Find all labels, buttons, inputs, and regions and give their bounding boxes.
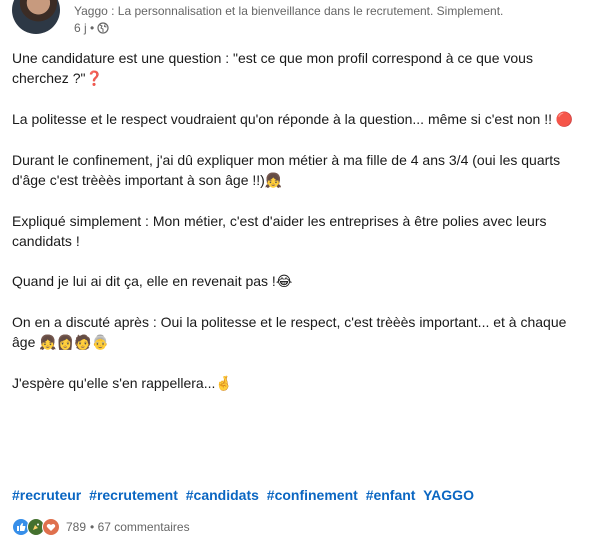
question-mark-emoji: ❓ (85, 71, 103, 87)
reaction-count[interactable]: 789 (66, 520, 86, 534)
love-icon (42, 518, 60, 536)
post-meta: 6 j • (74, 21, 109, 35)
girl-emoji: 👧 (264, 173, 283, 189)
hashtag-link[interactable]: #recruteur (12, 487, 81, 503)
author-headline[interactable]: Yaggo : La personnalisation et la bienve… (74, 4, 503, 18)
hashtag-list: #recruteur #recrutement #candidats #conf… (12, 487, 478, 503)
post-paragraph: On en a discuté après : Oui la politesse… (12, 314, 567, 351)
hashtag-link[interactable]: #candidats (186, 487, 259, 503)
post-header: Yaggo : La personnalisation et la bienve… (0, 0, 602, 38)
reactions-icons[interactable] (12, 518, 60, 536)
hashtag-link[interactable]: #recrutement (89, 487, 178, 503)
author-avatar[interactable] (12, 0, 60, 34)
post-paragraph: Expliqué simplement : Mon métier, c'est … (12, 213, 547, 249)
comment-count[interactable]: • 67 commentaires (90, 520, 190, 534)
red-circle-emoji: 🔴 (555, 112, 574, 128)
post-paragraph: Quand je lui ai dit ça, elle en revenait… (12, 273, 293, 290)
ages-emoji: 👧👩🧑👵 (39, 335, 109, 351)
post-body: Une candidature est une question : "est … (12, 48, 590, 414)
post-paragraph: J'espère qu'elle s'en rappellera...🤞 (12, 375, 233, 392)
post-time: 6 j • (74, 21, 95, 35)
crossed-fingers-emoji: 🤞 (215, 376, 233, 392)
post-paragraph: Durant le confinement, j'ai dû expliquer… (12, 152, 561, 189)
post-paragraph: Une candidature est une question : "est … (12, 50, 533, 87)
post-paragraph: La politesse et le respect voudraient qu… (12, 111, 574, 128)
globe-icon (97, 22, 109, 34)
laughing-emoji: 😂 (275, 274, 293, 290)
hashtag-link[interactable]: #confinement (267, 487, 358, 503)
hashtag-link[interactable]: #enfant (366, 487, 416, 503)
mention-link[interactable]: YAGGO (423, 487, 474, 503)
social-counts: 789 • 67 commentaires (12, 517, 190, 537)
